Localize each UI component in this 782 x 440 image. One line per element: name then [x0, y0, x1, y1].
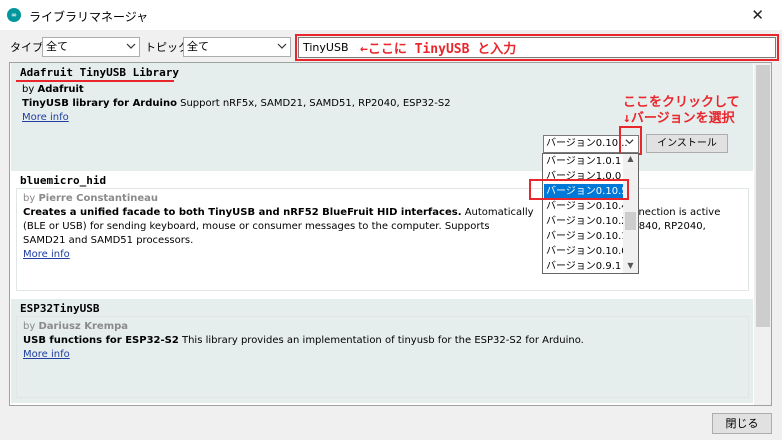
- version-dropdown-list[interactable]: バージョン1.0.1 バージョン1.0.0 バージョン0.10.5 バージョン0…: [542, 153, 639, 274]
- library-description-2: (BLE or USB) for sending keyboard, mouse…: [23, 221, 490, 232]
- dropdown-scrollbar-thumb[interactable]: [625, 212, 636, 230]
- library-summary: USB functions for ESP32-S2: [23, 335, 179, 346]
- library-name: bluemicro_hid: [20, 174, 107, 187]
- dropdown-button-highlight-box: [619, 126, 642, 155]
- library-author: Adafruit: [37, 84, 84, 95]
- library-name: Adafruit TinyUSB Library: [20, 66, 179, 79]
- scroll-down-icon[interactable]: ▼: [623, 261, 638, 270]
- version-option-highlight-box: [529, 179, 629, 200]
- title-bar: ∞ ライブラリマネージャ ✕: [0, 0, 782, 30]
- window-title: ライブラリマネージャ: [29, 10, 149, 24]
- scroll-up-icon[interactable]: ▲: [623, 154, 638, 163]
- type-label: タイプ: [10, 41, 43, 54]
- install-button[interactable]: インストール: [646, 134, 728, 153]
- arduino-icon: ∞: [7, 8, 21, 22]
- library-description: This library provides an implementation …: [181, 335, 584, 346]
- more-info-link[interactable]: More info: [22, 112, 69, 123]
- topic-select-value: 全て: [187, 40, 209, 53]
- library-description-1b: onnection is active: [626, 207, 721, 218]
- version-option[interactable]: バージョン0.10.4: [544, 199, 628, 214]
- dropdown-scrollbar[interactable]: ▲ ▼: [623, 154, 638, 273]
- version-option[interactable]: バージョン0.10.1: [544, 229, 628, 244]
- by-label: by: [23, 321, 36, 332]
- list-scrollbar-thumb[interactable]: [756, 65, 770, 327]
- library-card-esp32tinyusb[interactable]: ESP32TinyUSB by Dariusz Krempa USB funct…: [11, 299, 753, 403]
- library-details: by Pierre Constantineau Creates a unifie…: [16, 188, 749, 291]
- chevron-down-icon: [126, 43, 136, 49]
- list-scrollbar[interactable]: [754, 63, 771, 405]
- library-summary: TinyUSB library for Arduino: [22, 98, 177, 109]
- library-description: Support nRF5x, SAMD21, SAMD51, RP2040, E…: [180, 98, 451, 109]
- search-annotation: ←ここに TinyUSB と入力: [360, 42, 517, 57]
- library-card-bluemicro-hid[interactable]: bluemicro_hid by Pierre Constantineau Cr…: [11, 171, 753, 296]
- topic-select[interactable]: 全て: [183, 37, 291, 57]
- chevron-down-icon: [277, 43, 287, 49]
- close-icon[interactable]: ✕: [751, 6, 764, 24]
- version-option[interactable]: バージョン0.10.0: [544, 244, 628, 259]
- type-select[interactable]: 全て: [42, 37, 140, 57]
- version-option[interactable]: バージョン0.9.1: [544, 259, 624, 273]
- more-info-link[interactable]: More info: [23, 349, 70, 360]
- click-annotation-2: ↓バージョンを選択: [623, 111, 735, 126]
- version-select-value: バージョン0.10...: [546, 138, 628, 149]
- library-description-1: Automatically: [464, 207, 534, 218]
- close-button[interactable]: 閉じる: [712, 413, 772, 434]
- library-summary: Creates a unified facade to both TinyUSB…: [23, 207, 462, 218]
- version-option[interactable]: バージョン1.0.1: [544, 154, 624, 169]
- by-label: by: [22, 84, 35, 95]
- type-select-value: 全て: [46, 40, 68, 53]
- version-option[interactable]: バージョン0.10.2: [544, 214, 628, 229]
- library-details: by Dariusz Krempa USB functions for ESP3…: [16, 316, 749, 398]
- library-name: ESP32TinyUSB: [20, 302, 100, 315]
- library-author: Dariusz Krempa: [38, 321, 129, 332]
- by-label: by: [23, 193, 36, 204]
- library-description-3: SAMD21 and SAMD51 processors.: [23, 235, 194, 246]
- library-author: Pierre Constantineau: [38, 193, 159, 204]
- more-info-link[interactable]: More info: [23, 249, 70, 260]
